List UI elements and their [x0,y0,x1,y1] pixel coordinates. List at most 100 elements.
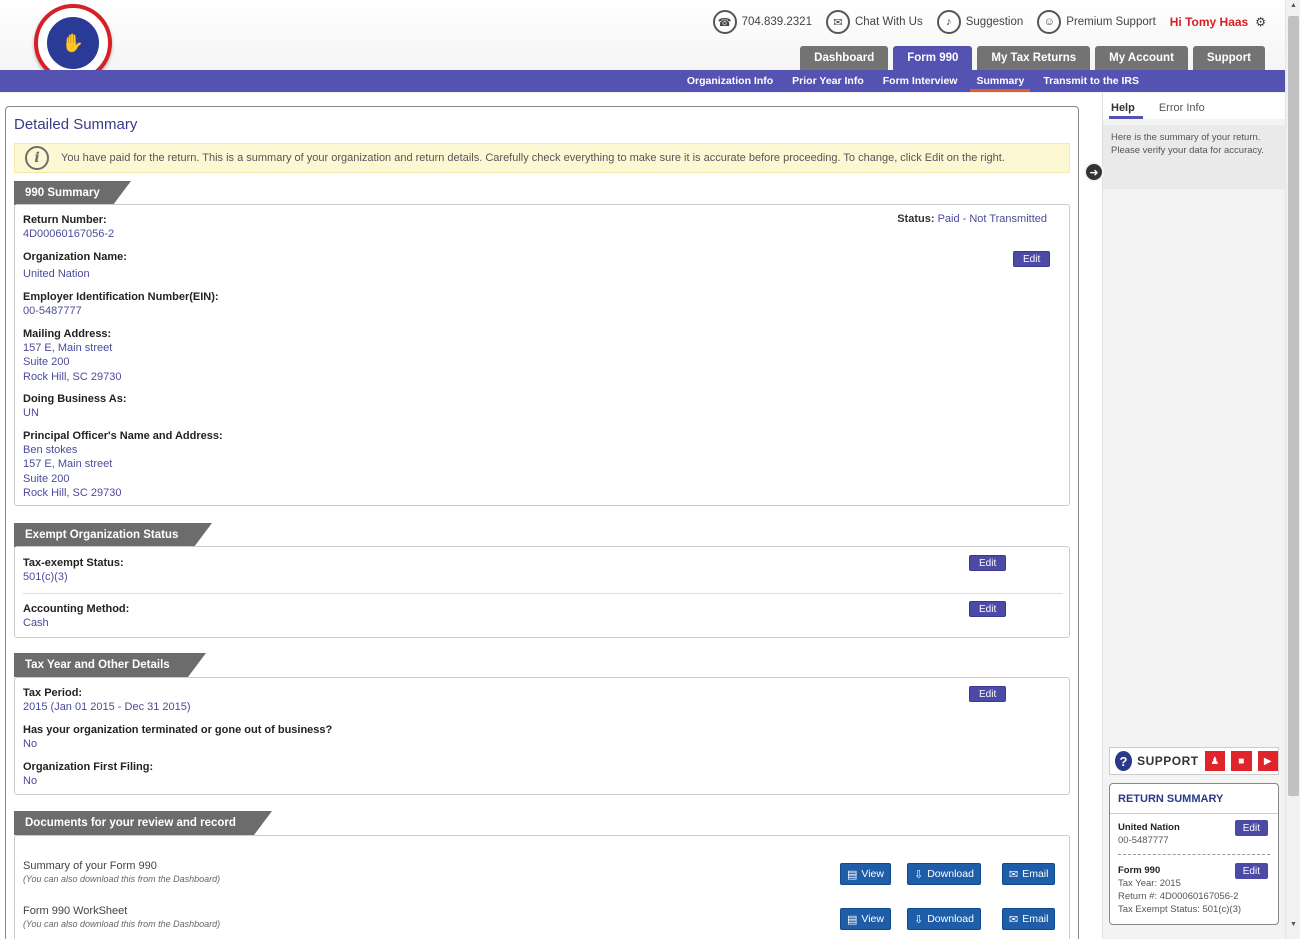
status-value: Paid - Not Transmitted [937,213,1047,225]
subnav-prior-year-info[interactable]: Prior Year Info [792,70,864,92]
download-label: Download [927,868,974,880]
edit-organization-button[interactable]: Edit [1013,251,1051,267]
section-tax-year: Tax Period: 2015 (Jan 01 2015 - Dec 31 2… [14,677,1070,795]
email-worksheet-button[interactable]: ✉ Email [1002,908,1056,930]
section-990-summary: Status: Paid - Not Transmitted Return Nu… [14,204,1070,506]
header: ✋ ☎ 704.839.2321 ✉ Chat With Us ♪ Sugges… [0,0,1300,93]
subnav-form-interview[interactable]: Form Interview [883,70,958,92]
tax-exempt-status-value: 501(c)(3) [23,571,68,583]
pdf-icon: ▤ [847,913,858,926]
ein-label: Employer Identification Number(EIN): [23,291,219,303]
edit-tax-exempt-status-button[interactable]: Edit [969,555,1007,571]
first-filing-value: No [23,775,38,787]
section-documents-heading: Documents for your review and record [14,811,272,835]
accounting-method-field: Accounting Method: Cash [23,602,129,630]
envelope-icon: ✉ [1009,913,1019,926]
tax-period-value: 2015 (Jan 01 2015 - Dec 31 2015) [23,701,191,713]
officer-line-1: Ben stokes [23,444,78,456]
first-filing-label: Organization First Filing: [23,761,154,773]
tab-my-account[interactable]: My Account [1095,46,1188,70]
dba-field: Doing Business As: UN [23,392,127,420]
page-scrollbar[interactable]: ▲ ▼ [1285,0,1300,939]
email-summary-button[interactable]: ✉ Email [1002,863,1056,885]
user-icon[interactable]: ♟ [1204,751,1226,771]
chat-icon: ✉ [825,10,850,34]
view-label: View [861,913,884,925]
view-worksheet-button[interactable]: ▤ View [840,908,891,930]
mailing-address-line-3: Rock Hill, SC 29730 [23,370,122,383]
download-summary-button[interactable]: ⇩ Download [907,863,981,885]
collapse-panel-arrow-icon[interactable]: ➜ [1084,162,1104,182]
ein-field: Employer Identification Number(EIN): 00-… [23,290,219,318]
suggestion-link[interactable]: ♪ Suggestion [936,10,1023,34]
tab-dashboard[interactable]: Dashboard [800,46,889,70]
divider [1118,854,1270,855]
phone-link[interactable]: ☎ 704.839.2321 [712,10,812,34]
document-form-990-worksheet: Form 990 WorkSheet (You can also downloa… [23,905,220,929]
tax-period-label: Tax Period: [23,687,83,699]
section-tax-year-heading: Tax Year and Other Details [14,653,206,677]
chat-bubble-icon[interactable]: ■ [1231,751,1252,771]
user-greeting: Hi Tomy Haas [1169,15,1249,29]
premium-support-link[interactable]: ☺ Premium Support [1037,10,1156,34]
return-number-field: Return Number: 4D00060167056-2 [23,213,114,241]
support-bar: ? SUPPORT ♟ ■ ▶ [1109,747,1279,775]
subnav-organization-info[interactable]: Organization Info [687,70,773,92]
question-icon: ? [1115,751,1133,771]
tab-form-990[interactable]: Form 990 [893,46,973,70]
rs-form: Form 990 Tax Year: 2015 Return #: 4D0006… [1118,864,1241,916]
return-summary-title: RETURN SUMMARY [1118,793,1224,805]
scroll-up-arrow-icon[interactable]: ▲ [1286,2,1300,14]
microphone-icon: ♪ [936,10,961,34]
subnav-summary[interactable]: Summary [970,70,1031,92]
view-label: View [861,868,884,880]
chat-label: Chat With Us [854,16,923,28]
tax-exempt-status-field: Tax-exempt Status: 501(c)(3) [23,556,124,584]
tax-period-field: Tax Period: 2015 (Jan 01 2015 - Dec 31 2… [23,686,191,714]
rs-exempt-status: Tax Exempt Status: 501(c)(3) [1118,904,1242,915]
rs-organization: United Nation 00-5487777 [1118,821,1180,847]
dba-label: Doing Business As: [23,393,127,405]
download-worksheet-button[interactable]: ⇩ Download [907,908,981,930]
gear-icon[interactable]: ⚙ [1255,15,1266,29]
status-label: Status: [897,213,935,225]
video-icon[interactable]: ▶ [1257,751,1278,771]
divider [1110,813,1278,814]
officer-line-3: Suite 200 [23,472,70,485]
document-note: (You can also download this from the Das… [23,874,221,884]
return-summary-card: RETURN SUMMARY United Nation 00-5487777 … [1109,783,1279,925]
edit-accounting-method-button[interactable]: Edit [969,601,1007,617]
return-status: Status: Paid - Not Transmitted [897,213,1047,225]
view-summary-button[interactable]: ▤ View [840,863,891,885]
tab-support[interactable]: Support [1192,46,1265,70]
help-tabs: Help Error Info [1103,93,1286,119]
scrollbar-thumb[interactable] [1288,16,1299,796]
subnav-transmit-to-irs[interactable]: Transmit to the IRS [1043,70,1139,92]
mailing-address-field: Mailing Address: 157 E, Main street Suit… [23,327,121,384]
tab-error-info[interactable]: Error Info [1159,102,1205,119]
envelope-icon: ✉ [1009,868,1019,881]
scroll-down-arrow-icon[interactable]: ▼ [1286,921,1300,933]
organization-name-field: Organization Name: United Nation [23,250,127,281]
officer-line-2: 157 E, Main street [23,458,113,471]
help-text: Here is the summary of your return. Plea… [1103,125,1286,189]
notice-text: You have paid for the return. This is a … [61,152,1005,164]
sub-navigation: Organization Info Prior Year Info Form I… [0,70,1285,92]
tab-my-tax-returns[interactable]: My Tax Returns [977,46,1091,70]
document-title: Form 990 WorkSheet [23,905,128,917]
edit-tax-period-button[interactable]: Edit [969,686,1007,702]
email-label: Email [1022,868,1049,880]
chat-link[interactable]: ✉ Chat With Us [825,10,923,34]
rs-edit-organization-button[interactable]: Edit [1234,820,1268,836]
return-number-value: 4D00060167056-2 [23,228,115,240]
rs-edit-form-button[interactable]: Edit [1234,863,1268,879]
phone-icon: ☎ [712,10,737,34]
mailing-address-line-2: Suite 200 [23,356,70,369]
rs-form-name: Form 990 [1118,865,1161,876]
user-menu[interactable]: Hi Tomy Haas ⚙ [1170,15,1266,29]
main-tabs: Dashboard Form 990 My Tax Returns My Acc… [800,46,1265,70]
page-title: Detailed Summary [14,116,138,133]
section-documents: Summary of your Form 990 (You can also d… [14,835,1070,939]
tab-help[interactable]: Help [1109,102,1143,119]
mailing-address-label: Mailing Address: [23,328,112,340]
